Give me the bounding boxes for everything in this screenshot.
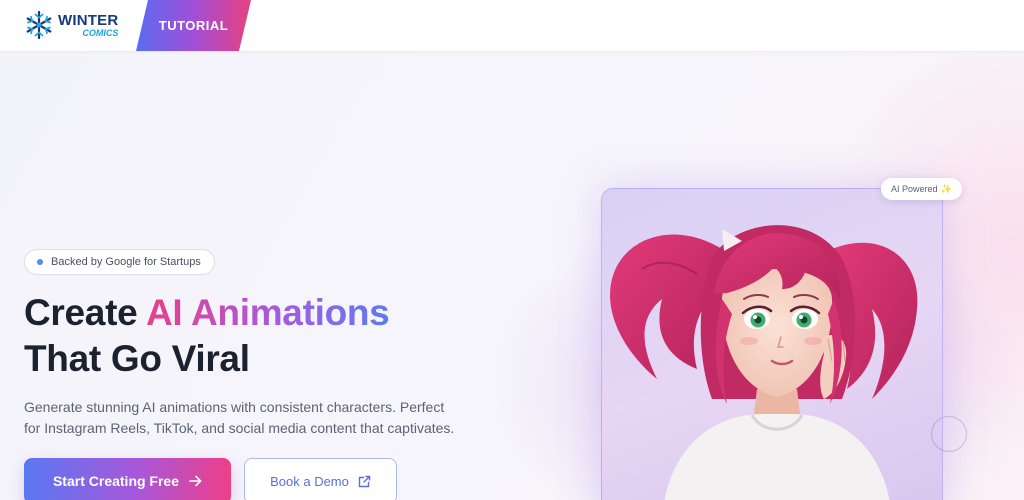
hero-description: Generate stunning AI animations with con… <box>24 399 455 436</box>
start-creating-label: Start Creating Free <box>52 473 180 489</box>
external-link-icon <box>358 475 371 487</box>
book-demo-button[interactable]: Book a Demo <box>244 458 397 500</box>
anime-character-illustration <box>610 225 918 500</box>
brand-logo[interactable]: WINTER COMICS <box>24 10 118 40</box>
showcase-image-card <box>601 188 943 500</box>
headline-highlight: AI Animations <box>145 292 390 333</box>
ai-powered-label: AI Powered <box>891 184 938 194</box>
brand-name: WINTER <box>58 11 119 29</box>
arrow-right-icon <box>189 475 202 487</box>
sparkle-icon: ✨ <box>940 183 952 194</box>
top-navbar: WINTER COMICS TUTORIAL <box>0 0 1024 51</box>
headline-part1: Create <box>24 292 146 333</box>
decorative-ring <box>931 416 967 452</box>
headline-line2: That Go Viral <box>24 338 250 379</box>
start-creating-button[interactable]: Start Creating Free <box>24 458 231 500</box>
book-demo-label: Book a Demo <box>270 473 349 489</box>
backed-by-badge: Backed by Google for Startups <box>24 249 215 275</box>
status-dot <box>37 259 43 265</box>
brand-subname: COMICS <box>82 27 119 38</box>
tutorial-nav-tab[interactable]: TUTORIAL <box>136 0 251 51</box>
badge-label: Backed by Google for Startups <box>51 256 201 268</box>
ai-powered-badge: AI Powered ✨ <box>881 178 962 200</box>
snowflake-icon <box>26 10 52 40</box>
hero-headline: Create AI Animations That Go Viral <box>24 290 390 382</box>
